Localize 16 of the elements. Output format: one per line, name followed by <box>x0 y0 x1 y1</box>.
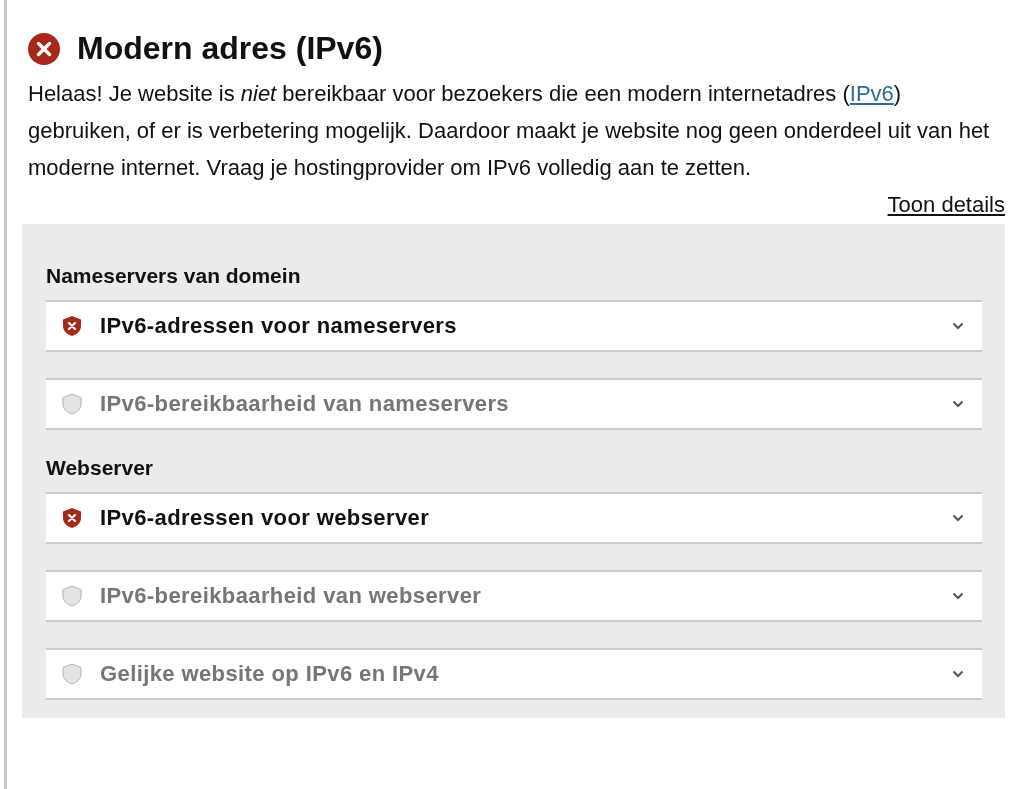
chevron-icon <box>952 592 964 600</box>
test-row[interactable]: IPv6-adressen voor webserver <box>46 492 982 544</box>
test-row[interactable]: IPv6-bereikbaarheid van nameservers <box>46 378 982 430</box>
chevron-icon <box>952 670 964 678</box>
intro-paragraph: Helaas! Je website is niet bereikbaar voor bezoekers die een modern internetadres (IPv6) gebruiken, of er is verbetering mogelijk. Daardoor maakt je website nog geen onderdeel uit van het moderne internet. Vraag je hostingprovider om IPv6 volledig aan te zetten. <box>28 80 991 182</box>
group-title: Nameservers van domein <box>46 264 302 288</box>
section-title: Modern adres (IPv6) <box>77 30 383 67</box>
test-row[interactable]: Gelijke website op IPv6 en IPv4 <box>46 648 982 700</box>
chevron-icon <box>952 514 964 522</box>
ipv6-link[interactable]: IPv6 <box>849 81 894 106</box>
test-row[interactable]: IPv6-bereikbaarheid van webserver <box>46 570 982 622</box>
chevron-icon <box>952 322 964 330</box>
group-title: Webserver <box>46 456 154 480</box>
chevron-icon <box>952 400 964 408</box>
test-row[interactable]: IPv6-adressen voor nameservers <box>46 300 982 352</box>
show-details-link[interactable]: Toon details <box>887 192 1005 218</box>
